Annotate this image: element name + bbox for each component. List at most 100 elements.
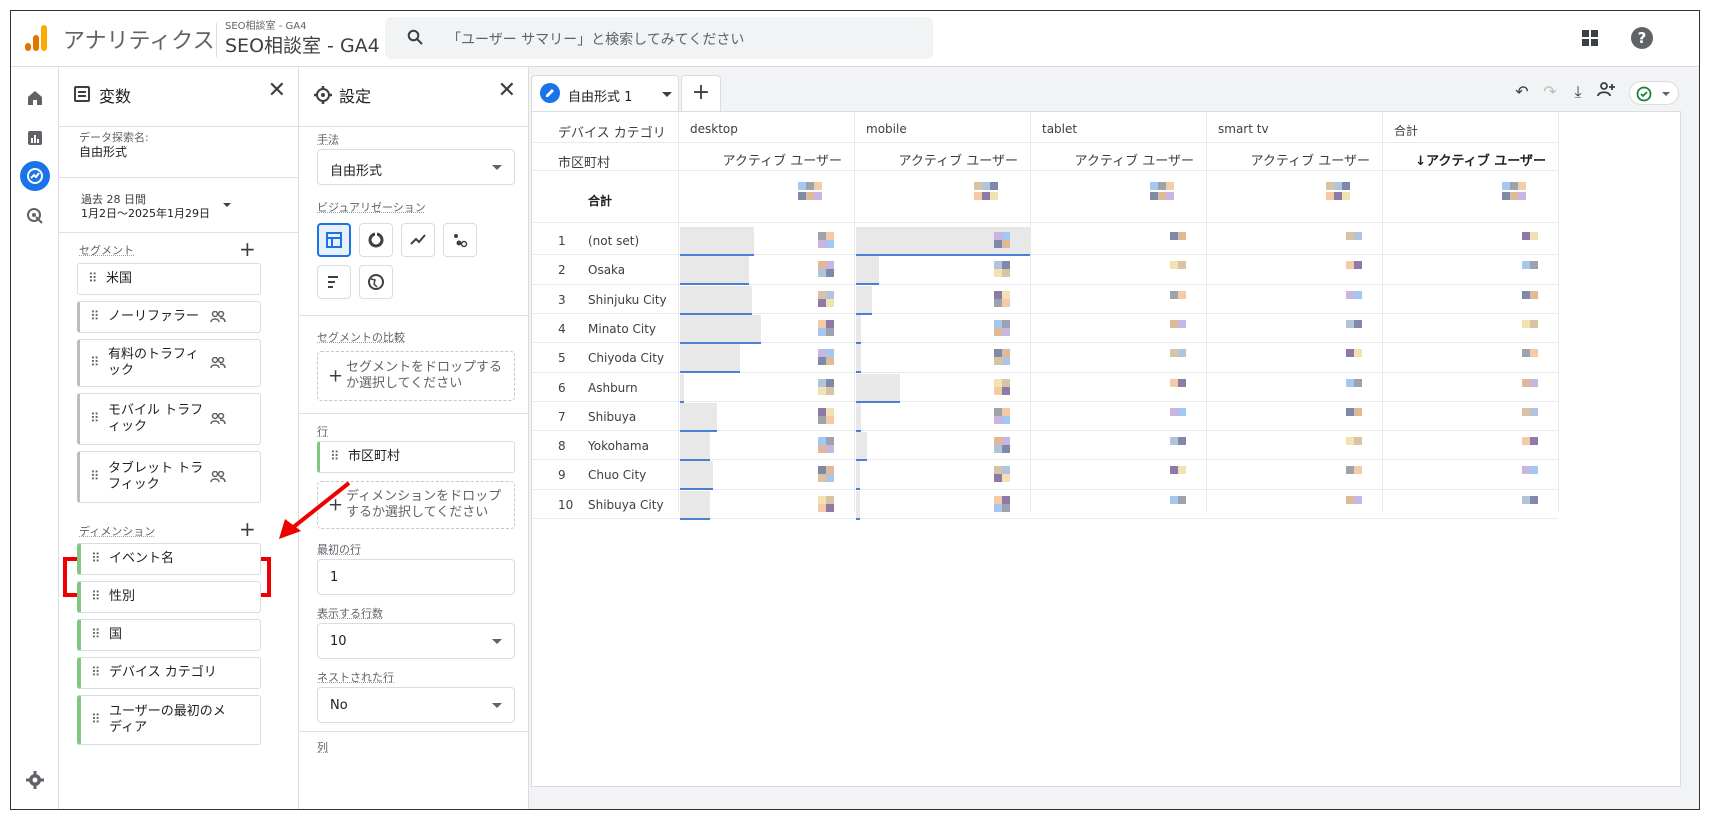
blurred-value — [1522, 232, 1530, 240]
redo-icon[interactable]: ↷ — [1539, 81, 1561, 103]
column-header[interactable]: mobile — [866, 122, 907, 136]
drag-handle-icon[interactable]: ⠿ — [90, 412, 99, 427]
blurred-total — [1510, 192, 1518, 200]
drag-handle-icon[interactable]: ⠿ — [91, 713, 100, 728]
row-city[interactable]: Shibuya City — [588, 498, 664, 512]
column-header[interactable]: smart tv — [1218, 122, 1269, 136]
exploration-name-input[interactable]: 自由形式 — [79, 143, 127, 160]
account-name[interactable]: SEO相談室 - GA4 — [225, 17, 306, 32]
metric-header[interactable]: ↓アクティブ ユーザー — [1382, 150, 1546, 169]
close-icon[interactable]: ✕ — [268, 79, 286, 103]
blurred-value — [818, 407, 826, 416]
blurred-value — [818, 357, 826, 366]
segment-chip[interactable]: ⠿ モバイル トラフィック — [77, 393, 261, 445]
line-viz-button[interactable] — [401, 223, 435, 257]
mobile-bar — [856, 344, 861, 373]
bar-viz-button[interactable] — [317, 265, 351, 299]
metric-header[interactable]: アクティブ ユーザー — [1206, 150, 1370, 169]
tab-freeform-1[interactable]: 自由形式 1 — [531, 75, 679, 111]
blurred-value — [1170, 290, 1178, 299]
blurred-value — [1522, 407, 1530, 416]
add-tab-button[interactable]: + — [681, 75, 721, 111]
row-city[interactable]: Ashburn — [588, 381, 638, 395]
dimension-chip[interactable]: ⠿ デバイス カテゴリ — [77, 657, 261, 689]
row-city[interactable]: Yokohama — [588, 439, 649, 453]
first-row-value: 1 — [330, 570, 339, 585]
blurred-value — [994, 495, 1002, 504]
row-rank: 2 — [558, 263, 566, 278]
segment-chip[interactable]: ⠿ タブレット トラフィック — [77, 451, 261, 503]
blurred-value — [1530, 261, 1538, 270]
search-input[interactable]: 「ユーザー サマリー」と検索してみてください — [447, 29, 744, 49]
add-dimension-button[interactable]: + — [239, 519, 256, 539]
metric-header[interactable]: アクティブ ユーザー — [678, 150, 842, 169]
row-dimension-chip[interactable]: ⠿ 市区町村 — [317, 441, 515, 473]
segment-chip[interactable]: ⠿ ノーリファラー — [77, 301, 261, 333]
row-city[interactable]: Osaka — [588, 263, 625, 277]
column-header[interactable]: 合計 — [1394, 122, 1418, 139]
drag-handle-icon[interactable]: ⠿ — [91, 666, 100, 681]
drag-handle-icon[interactable]: ⠿ — [90, 356, 99, 371]
settings-header: 設定 ✕ — [299, 67, 528, 127]
drag-handle-icon[interactable]: ⠿ — [91, 628, 100, 643]
settings-gear-icon[interactable] — [20, 765, 50, 795]
drag-handle-icon[interactable]: ⠿ — [88, 272, 97, 287]
segment-chip[interactable]: ⠿ 有料のトラフィック — [77, 339, 261, 387]
blurred-total — [1150, 192, 1158, 200]
add-segment-button[interactable]: + — [239, 239, 256, 259]
column-header[interactable]: tablet — [1042, 122, 1077, 136]
dimension-chip[interactable]: ⠿ ユーザーの最初のメディア — [77, 695, 261, 745]
segment-drop-text: セグメントをドロップするか選択してください — [346, 360, 503, 391]
download-icon[interactable]: ⤓ — [1567, 81, 1589, 103]
row-city[interactable]: (not set) — [588, 234, 639, 248]
metric-header[interactable]: アクティブ ユーザー — [1030, 150, 1194, 169]
drag-handle-icon[interactable]: ⠿ — [91, 590, 100, 605]
search-box[interactable]: 「ユーザー サマリー」と検索してみてください — [385, 17, 933, 59]
dimension-chip[interactable]: ⠿ イベント名 — [77, 543, 261, 575]
blurred-value — [1522, 261, 1530, 270]
desktop-bar — [680, 227, 754, 255]
technique-select[interactable]: 自由形式 — [317, 149, 515, 185]
dimension-label: ユーザーの最初のメディア — [109, 704, 226, 735]
help-icon[interactable]: ? — [1631, 27, 1653, 49]
analytics-logo-icon[interactable] — [25, 25, 47, 51]
row-city[interactable]: Shinjuku City — [588, 293, 667, 307]
drag-handle-icon[interactable]: ⠿ — [330, 450, 339, 465]
row-city[interactable]: Shibuya — [588, 410, 636, 424]
drag-handle-icon[interactable]: ⠿ — [90, 470, 99, 485]
show-rows-select[interactable]: 10 — [317, 623, 515, 659]
table-viz-button[interactable] — [317, 223, 351, 257]
explore-icon[interactable] — [20, 161, 50, 191]
dimension-chip[interactable]: ⠿ 性別 — [77, 581, 261, 613]
drag-handle-icon[interactable]: ⠿ — [90, 310, 99, 325]
segment-chip[interactable]: ⠿ 米国 — [77, 263, 261, 295]
drag-handle-icon[interactable]: ⠿ — [91, 552, 100, 567]
dimension-drop-zone[interactable]: + ディメンションをドロップするか選択してください — [317, 481, 515, 529]
nested-rows-select[interactable]: No — [317, 687, 515, 723]
close-icon[interactable]: ✕ — [498, 79, 516, 103]
property-selector[interactable]: SEO相談室 - GA4 — [225, 31, 380, 58]
row-city[interactable]: Chiyoda City — [588, 351, 664, 365]
blurred-value — [1346, 319, 1354, 328]
donut-viz-button[interactable] — [359, 223, 393, 257]
metric-header[interactable]: アクティブ ユーザー — [854, 150, 1018, 169]
undo-icon[interactable]: ↶ — [1511, 81, 1533, 103]
first-row-input[interactable]: 1 — [317, 559, 515, 595]
status-check-dropdown[interactable] — [1629, 81, 1679, 105]
segment-drop-zone[interactable]: + セグメントをドロップするか選択してください — [317, 351, 515, 401]
home-icon[interactable] — [20, 83, 50, 113]
column-header[interactable]: desktop — [690, 122, 738, 136]
row-city[interactable]: Chuo City — [588, 468, 646, 482]
edit-pencil-icon[interactable] — [540, 83, 560, 103]
row-city[interactable]: Minato City — [588, 322, 656, 336]
advertising-icon[interactable] — [20, 201, 50, 231]
dimension-chip[interactable]: ⠿ 国 — [77, 619, 261, 651]
chevron-down-icon[interactable] — [662, 92, 672, 97]
variables-panel: 変数 ✕ データ探索名: 自由形式 過去 28 日間 1月2日～2025年1月2… — [59, 67, 299, 809]
blurred-value — [1002, 357, 1010, 366]
reports-icon[interactable] — [20, 123, 50, 153]
geo-viz-button[interactable] — [359, 265, 393, 299]
apps-grid-icon[interactable] — [1581, 29, 1599, 47]
scatter-viz-button[interactable] — [443, 223, 477, 257]
share-user-icon[interactable] — [1595, 81, 1617, 103]
